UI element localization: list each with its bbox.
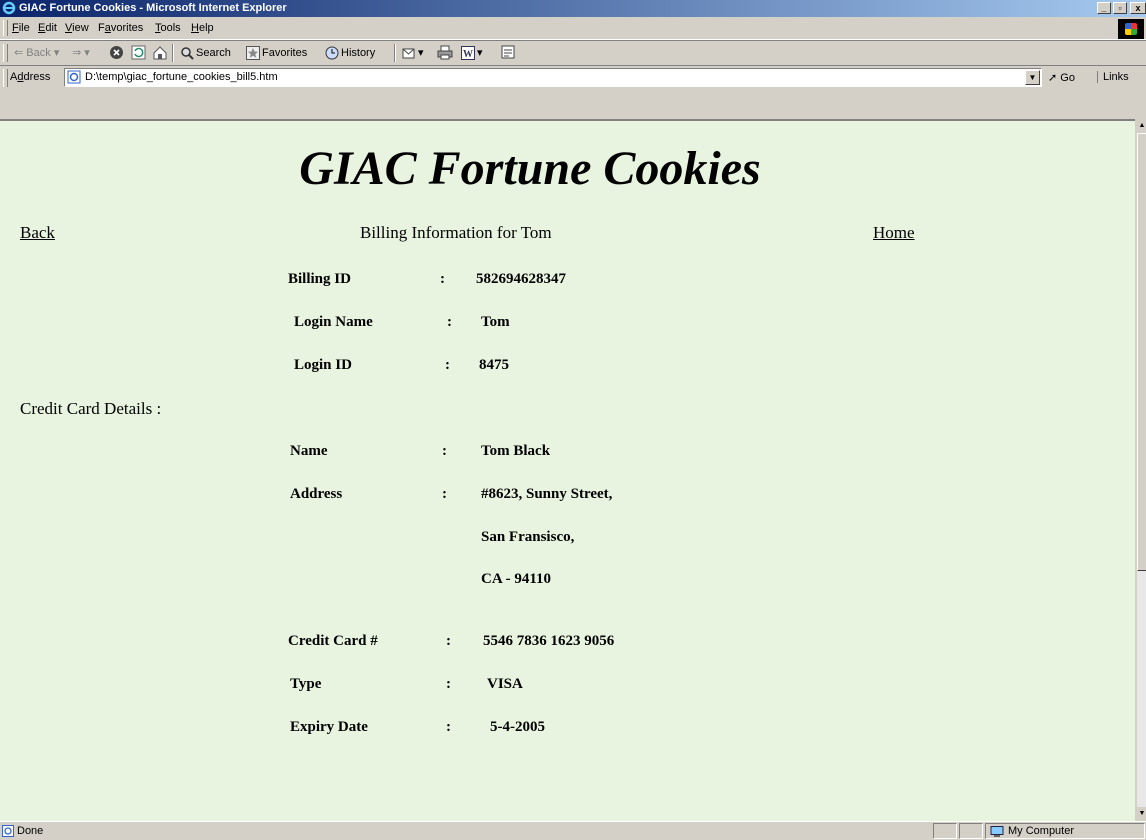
security-zone: My Computer bbox=[985, 823, 1145, 839]
home-link[interactable]: Home bbox=[873, 223, 915, 243]
history-button[interactable]: History bbox=[325, 46, 375, 60]
site-title: GIAC Fortune Cookies bbox=[299, 142, 761, 195]
refresh-icon[interactable] bbox=[131, 45, 146, 60]
status-bar: Done My Computer bbox=[0, 821, 1146, 840]
menu-bar: File Edit View Favorites Tools Help bbox=[0, 17, 1146, 40]
status-pane bbox=[959, 823, 983, 839]
status-pane bbox=[933, 823, 957, 839]
back-dropdown-icon: ▾ bbox=[53, 47, 60, 59]
menu-grip bbox=[3, 20, 8, 36]
home-icon[interactable] bbox=[152, 45, 168, 60]
scroll-up-arrow-icon[interactable]: ▲ bbox=[1137, 119, 1146, 133]
ie-logo-icon bbox=[2, 1, 16, 15]
toolbar-grip bbox=[3, 44, 8, 62]
edit-word-button[interactable]: W ▾ bbox=[461, 46, 483, 61]
svg-text:W: W bbox=[463, 49, 473, 60]
page-content: GIAC Fortune Cookies Back Billing Inform… bbox=[0, 119, 1135, 821]
card-name-label: Name bbox=[290, 443, 328, 459]
billing-heading: Billing Information for Tom bbox=[360, 223, 552, 242]
menu-edit[interactable]: Edit bbox=[38, 22, 57, 34]
menu-favorites[interactable]: Favorites bbox=[98, 22, 143, 34]
address-bar: Address D:\temp\giac_fortune_cookies_bil… bbox=[0, 65, 1146, 91]
ie-page-icon bbox=[67, 70, 81, 84]
mail-button[interactable]: ▾ bbox=[402, 46, 424, 60]
address-url: D:\temp\giac_fortune_cookies_bill5.htm bbox=[85, 71, 278, 83]
card-name-value: Tom Black bbox=[481, 443, 551, 459]
minimize-button[interactable]: _ bbox=[1097, 2, 1111, 14]
toolbar-separator bbox=[172, 44, 174, 62]
close-button[interactable]: x bbox=[1130, 2, 1146, 14]
menu-help[interactable]: Help bbox=[191, 22, 214, 34]
vertical-scrollbar[interactable]: ▲ ▼ bbox=[1136, 119, 1146, 821]
links-button[interactable]: Links bbox=[1097, 71, 1129, 83]
windows-flag-icon bbox=[1125, 23, 1137, 35]
menu-view[interactable]: View bbox=[65, 22, 89, 34]
card-type-label: Type bbox=[290, 676, 322, 692]
address-line-1: #8623, Sunny Street, bbox=[481, 486, 613, 502]
toolbar-spacer bbox=[0, 90, 1146, 119]
my-computer-icon bbox=[990, 826, 1004, 837]
billing-id-value: 582694628347 bbox=[476, 271, 566, 287]
window-title-bar: GIAC Fortune Cookies - Microsoft Interne… bbox=[0, 0, 1146, 17]
history-icon bbox=[325, 46, 339, 60]
status-text: Done bbox=[17, 825, 44, 837]
page-done-icon bbox=[2, 825, 14, 837]
address-label: Address bbox=[10, 71, 51, 83]
login-name-label: Login Name bbox=[294, 314, 373, 330]
separator-colon: : bbox=[447, 314, 452, 330]
login-id-label: Login ID bbox=[294, 357, 352, 373]
menu-tools[interactable]: Tools bbox=[155, 22, 181, 34]
address-input[interactable]: D:\temp\giac_fortune_cookies_bill5.htm ▼ bbox=[64, 68, 1042, 87]
card-type-value: VISA bbox=[487, 676, 523, 692]
windows-logo-throbber bbox=[1118, 19, 1144, 39]
card-number-value: 5546 7836 1623 9056 bbox=[483, 633, 615, 649]
scroll-thumb[interactable] bbox=[1137, 133, 1146, 571]
search-icon bbox=[181, 47, 194, 60]
search-button[interactable]: Search bbox=[180, 46, 231, 60]
address-line-3: CA - 94110 bbox=[481, 571, 552, 587]
menu-file[interactable]: File bbox=[12, 22, 30, 34]
back-button[interactable]: ⇐ Back ▾ bbox=[14, 46, 59, 59]
window-title: GIAC Fortune Cookies - Microsoft Interne… bbox=[19, 2, 287, 14]
login-id-value: 8475 bbox=[479, 357, 509, 373]
word-icon: W bbox=[461, 46, 475, 61]
separator-colon: : bbox=[440, 271, 445, 287]
forward-dropdown-icon: ▾ bbox=[84, 47, 90, 59]
forward-button[interactable]: ⇒ ▾ bbox=[72, 46, 90, 59]
toolbar-separator bbox=[394, 44, 396, 62]
billing-id-label: Billing ID bbox=[288, 271, 351, 287]
go-button[interactable]: ➚ Go bbox=[1048, 71, 1075, 84]
edit-dropdown-icon: ▾ bbox=[477, 47, 483, 59]
back-arrow-icon: ⇐ bbox=[14, 47, 24, 59]
go-arrow-icon: ➚ bbox=[1048, 72, 1058, 84]
separator-colon: : bbox=[446, 676, 451, 692]
standard-toolbar: ⇐ Back ▾ ⇒ ▾ Search Favorites History ▾ … bbox=[0, 40, 1146, 66]
mail-icon bbox=[402, 48, 415, 59]
stop-icon[interactable] bbox=[109, 45, 124, 60]
scroll-down-arrow-icon[interactable]: ▼ bbox=[1137, 807, 1146, 821]
card-number-label: Credit Card # bbox=[288, 633, 378, 649]
address-label-field: Address bbox=[290, 486, 343, 502]
separator-colon: : bbox=[442, 486, 447, 502]
favorites-star-icon bbox=[246, 46, 260, 60]
favorites-button[interactable]: Favorites bbox=[246, 46, 307, 60]
separator-colon: : bbox=[442, 443, 447, 459]
back-link[interactable]: Back bbox=[20, 223, 55, 243]
address-grip bbox=[3, 69, 8, 87]
address-dropdown-button[interactable]: ▼ bbox=[1025, 70, 1040, 85]
maximize-button[interactable]: ▫ bbox=[1113, 2, 1127, 14]
mail-dropdown-icon: ▾ bbox=[418, 47, 424, 59]
credit-card-section-label: Credit Card Details : bbox=[20, 399, 162, 418]
separator-colon: : bbox=[446, 719, 451, 735]
separator-colon: : bbox=[445, 357, 450, 373]
expiry-value: 5-4-2005 bbox=[490, 719, 545, 735]
login-name-value: Tom bbox=[481, 314, 510, 330]
separator-colon: : bbox=[446, 633, 451, 649]
discuss-icon[interactable] bbox=[501, 45, 515, 60]
print-icon[interactable] bbox=[437, 45, 453, 60]
address-line-2: San Fransisco, bbox=[481, 529, 575, 545]
expiry-label: Expiry Date bbox=[290, 719, 368, 735]
forward-arrow-icon: ⇒ bbox=[72, 47, 82, 59]
zone-text: My Computer bbox=[1008, 825, 1075, 837]
